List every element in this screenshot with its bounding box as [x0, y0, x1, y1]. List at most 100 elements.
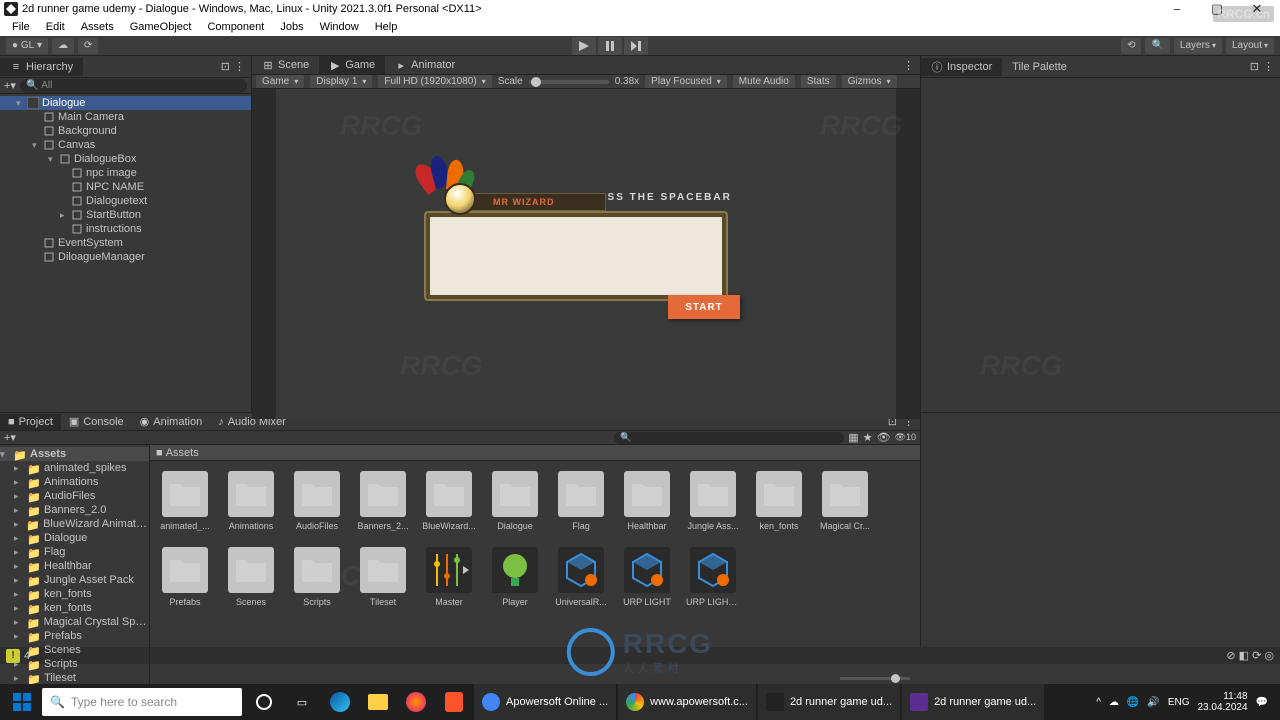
taskbar-taskview[interactable]: ▭ [284, 684, 320, 720]
playmode-dropdown[interactable]: Play Focused [645, 75, 727, 88]
project-folder-audiofiles[interactable]: ▸📁AudioFiles [0, 489, 149, 503]
tray-clock[interactable]: 11:48 23.04.2024 [1197, 691, 1247, 713]
gameview-menu-icon[interactable]: ⋮ [903, 59, 914, 72]
close-button[interactable]: ✕ [1242, 1, 1272, 17]
menu-file[interactable]: File [4, 19, 38, 35]
asset-flag[interactable]: Flag [556, 471, 606, 531]
menu-help[interactable]: Help [367, 19, 406, 35]
play-button[interactable] [572, 37, 596, 55]
game-mode-dropdown[interactable]: Game [256, 75, 304, 88]
project-create-button[interactable]: +▾ [4, 431, 16, 444]
tray-notifications-icon[interactable]: 💬 [1256, 697, 1268, 708]
project-folder-dialogue[interactable]: ▸📁Dialogue [0, 531, 149, 545]
tab-scene[interactable]: ⊞Scene [252, 56, 319, 74]
taskbar-firefox[interactable] [398, 684, 434, 720]
status-icon-2[interactable]: ◧ [1239, 649, 1249, 662]
project-folder-magical-crystal-sprite[interactable]: ▸📁Magical Crystal Sprite [0, 615, 149, 629]
hierarchy-item-main-camera[interactable]: Main Camera [0, 110, 251, 124]
minimize-button[interactable]: − [1162, 1, 1192, 17]
project-root-assets[interactable]: ▾📁Assets [0, 447, 149, 461]
project-favorite-icon[interactable]: ★ [863, 431, 873, 444]
tab-animator[interactable]: ▸Animator [385, 56, 465, 74]
hierarchy-create-button[interactable]: +▾ [4, 79, 16, 92]
tilepalette-tab[interactable]: Tile Palette [1002, 58, 1077, 76]
tray-volume-icon[interactable]: 🔊 [1147, 697, 1159, 708]
hierarchy-save-icon[interactable]: ⊡ [221, 60, 230, 73]
undo-history-button[interactable]: ⟳ [78, 38, 98, 54]
taskbar-edge[interactable] [322, 684, 358, 720]
asset-bluewizard-[interactable]: BlueWizard... [424, 471, 474, 531]
project-folder-scenes[interactable]: ▸📁Scenes [0, 643, 149, 657]
asset-healthbar[interactable]: Healthbar [622, 471, 672, 531]
menu-component[interactable]: Component [199, 19, 272, 35]
hierarchy-item-startbutton[interactable]: ▸StartButton [0, 208, 251, 222]
inspector-tab[interactable]: ⓘInspector [921, 58, 1002, 76]
hierarchy-search-input[interactable]: 🔍 All [20, 79, 247, 93]
project-folder-prefabs[interactable]: ▸📁Prefabs [0, 629, 149, 643]
animation-tab[interactable]: ◉Animation [132, 413, 211, 430]
project-folder-flag[interactable]: ▸📁Flag [0, 545, 149, 559]
inspector-lock-icon[interactable]: ⊡ [1250, 60, 1259, 73]
asset-scenes[interactable]: Scenes [226, 547, 276, 607]
taskbar-apowersoft[interactable]: Apowersoft Online ... [474, 684, 616, 720]
step-button[interactable] [624, 37, 648, 55]
menu-jobs[interactable]: Jobs [272, 19, 311, 35]
tab-game[interactable]: ▶Game [319, 56, 385, 74]
project-folder-jungle-asset-pack[interactable]: ▸📁Jungle Asset Pack [0, 573, 149, 587]
menu-assets[interactable]: Assets [73, 19, 122, 35]
taskbar-search-input[interactable]: 🔍 Type here to search [42, 688, 242, 716]
asset-jungle-ass-[interactable]: Jungle Ass... [688, 471, 738, 531]
hierarchy-item-dialoguetext[interactable]: Dialoguetext [0, 194, 251, 208]
hierarchy-tab[interactable]: ≡ Hierarchy [0, 58, 83, 76]
project-folder-ken_fonts[interactable]: ▸📁ken_fonts [0, 587, 149, 601]
asset-ken_fonts[interactable]: ken_fonts [754, 471, 804, 531]
search-global-icon[interactable]: 🔍 [1145, 38, 1169, 54]
status-icon-1[interactable]: ⊘ [1226, 649, 1235, 662]
project-folder-banners_2.0[interactable]: ▸📁Banners_2.0 [0, 503, 149, 517]
asset-animations[interactable]: Animations [226, 471, 276, 531]
asset-scripts[interactable]: Scripts [292, 547, 342, 607]
hierarchy-item-canvas[interactable]: ▾Canvas [0, 138, 251, 152]
gizmos-toggle[interactable]: Gizmos [842, 75, 897, 88]
project-folder-healthbar[interactable]: ▸📁Healthbar [0, 559, 149, 573]
menu-window[interactable]: Window [312, 19, 367, 35]
project-folder-tileset[interactable]: ▸📁Tileset [0, 671, 149, 685]
tray-chevron-icon[interactable]: ^ [1096, 697, 1101, 708]
start-button[interactable]: START [668, 295, 740, 319]
scale-slider[interactable] [529, 80, 609, 84]
hierarchy-item-diloaguemanager[interactable]: DiloagueManager [0, 250, 251, 264]
stats-toggle[interactable]: Stats [801, 75, 836, 88]
cloud-button[interactable]: ☁ [52, 38, 74, 54]
asset-universalr-[interactable]: UniversalR... [556, 547, 606, 607]
maximize-button[interactable]: ▢ [1202, 1, 1232, 17]
hierarchy-item-background[interactable]: Background [0, 124, 251, 138]
asset-urp-light[interactable]: URP LIGHT [622, 547, 672, 607]
taskbar-cortana[interactable] [246, 684, 282, 720]
tray-onedrive-icon[interactable]: ☁ [1109, 697, 1119, 708]
taskbar-brave[interactable] [436, 684, 472, 720]
asset-urp-light-[interactable]: URP LIGHT... [688, 547, 738, 607]
project-folder-animations[interactable]: ▸📁Animations [0, 475, 149, 489]
asset-dialogue[interactable]: Dialogue [490, 471, 540, 531]
project-search-input[interactable]: 🔍 [614, 432, 844, 444]
asset-animated_-[interactable]: animated_... [160, 471, 210, 531]
tray-lang[interactable]: ENG [1168, 697, 1190, 708]
thumbnail-size-slider[interactable] [840, 677, 910, 680]
inspector-menu-icon[interactable]: ⋮ [1263, 60, 1274, 73]
asset-player[interactable]: Player [490, 547, 540, 607]
asset-audiofiles[interactable]: AudioFiles [292, 471, 342, 531]
project-tab[interactable]: ■Project [0, 414, 61, 430]
menu-gameobject[interactable]: GameObject [122, 19, 200, 35]
hierarchy-item-dialogue[interactable]: ▾Dialogue [0, 96, 251, 110]
hierarchy-item-dialoguebox[interactable]: ▾DialogueBox [0, 152, 251, 166]
pause-button[interactable] [598, 37, 622, 55]
project-folder-animated_spikes[interactable]: ▸📁animated_spikes [0, 461, 149, 475]
status-icon-4[interactable]: ◎ [1264, 649, 1274, 662]
warning-icon[interactable]: ! [6, 649, 20, 663]
asset-banners_2-[interactable]: Banners_2... [358, 471, 408, 531]
asset-magical-cr-[interactable]: Magical Cr... [820, 471, 870, 531]
taskbar-vs[interactable]: 2d runner game ud... [902, 684, 1044, 720]
hierarchy-menu-icon[interactable]: ⋮ [234, 60, 245, 73]
undo-icon[interactable]: ⟲ [1121, 38, 1141, 54]
hierarchy-item-npc-name[interactable]: NPC NAME [0, 180, 251, 194]
